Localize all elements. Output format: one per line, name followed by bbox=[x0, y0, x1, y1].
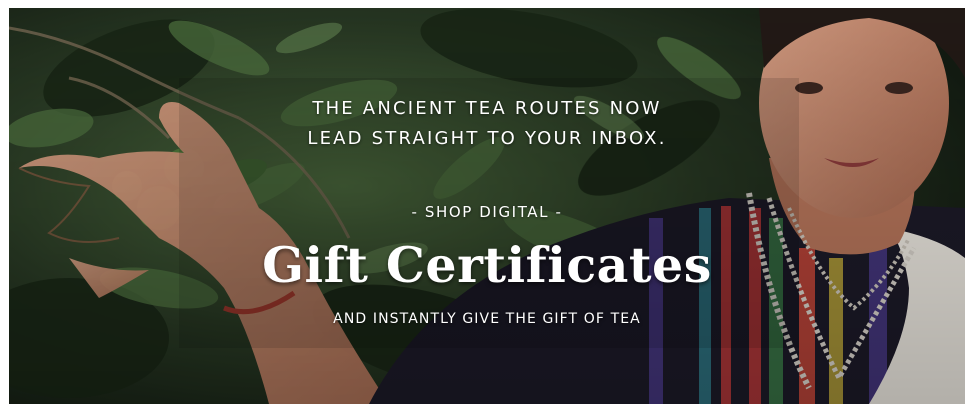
headline-line-1: THE ANCIENT TEA ROUTES NOW bbox=[312, 98, 662, 119]
headline-line-2: LEAD STRAIGHT TO YOUR INBOX. bbox=[307, 128, 667, 149]
gift-subline: AND INSTANTLY GIVE THE GIFT OF TEA bbox=[333, 311, 641, 327]
gift-certificate-banner[interactable]: THE ANCIENT TEA ROUTES NOW LEAD STRAIGHT… bbox=[9, 8, 965, 404]
gift-certificates-title[interactable]: Gift Certificates bbox=[187, 234, 787, 296]
banner-text: THE ANCIENT TEA ROUTES NOW LEAD STRAIGHT… bbox=[9, 8, 965, 404]
shop-digital-label: - SHOP DIGITAL - bbox=[411, 203, 563, 221]
